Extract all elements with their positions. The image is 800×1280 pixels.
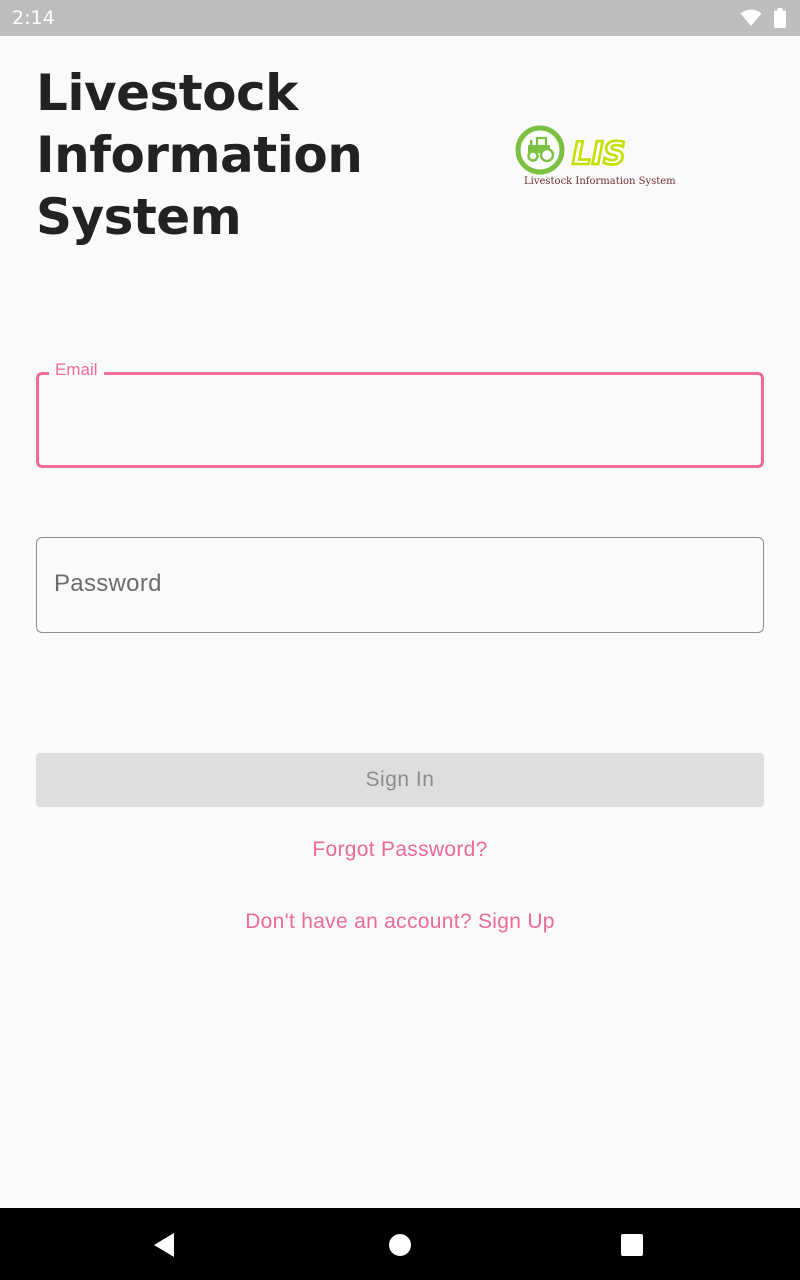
battery-icon bbox=[774, 8, 786, 28]
sign-up-link[interactable]: Don't have an account? Sign Up bbox=[0, 910, 800, 934]
title-line: System bbox=[36, 188, 242, 246]
back-icon[interactable] bbox=[150, 1230, 180, 1260]
status-icons bbox=[740, 8, 786, 28]
recents-icon[interactable] bbox=[617, 1230, 647, 1260]
home-icon[interactable] bbox=[385, 1230, 415, 1260]
forgot-password-link[interactable]: Forgot Password? bbox=[0, 838, 800, 862]
title-line: Information bbox=[36, 126, 363, 184]
sign-in-button[interactable]: Sign In bbox=[36, 753, 764, 807]
page-title: Livestock Information System bbox=[36, 62, 456, 248]
app-logo: LIS Livestock Information System bbox=[514, 124, 676, 196]
status-bar: 2:14 bbox=[0, 0, 800, 36]
password-field[interactable]: Password bbox=[36, 537, 764, 633]
password-placeholder: Password bbox=[54, 570, 162, 597]
navigation-bar bbox=[0, 1208, 800, 1280]
logo-mark-text: LIS bbox=[572, 136, 626, 172]
email-field[interactable]: Email bbox=[36, 360, 764, 468]
status-time: 2:14 bbox=[12, 7, 55, 29]
email-label: Email bbox=[49, 360, 104, 380]
tractor-logo-icon: LIS bbox=[515, 125, 627, 175]
title-line: Livestock bbox=[36, 64, 298, 122]
logo-tagline: Livestock Information System bbox=[524, 176, 676, 187]
wifi-icon bbox=[740, 9, 762, 26]
